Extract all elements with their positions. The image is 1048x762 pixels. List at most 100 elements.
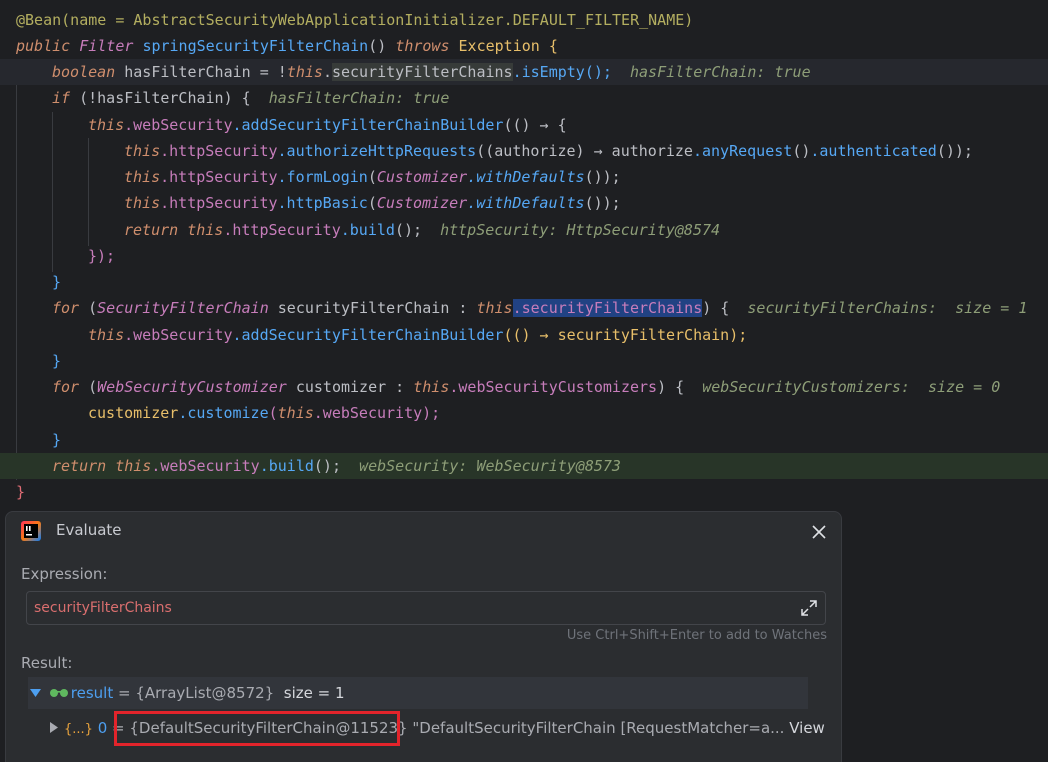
code-text: } [52, 273, 62, 291]
close-icon [812, 525, 826, 539]
close-button[interactable] [807, 520, 831, 544]
field: .webSecurity [124, 116, 233, 134]
code-line[interactable]: this.httpSecurity.authorizeHttpRequests(… [0, 138, 1048, 164]
inline-debug-hint: hasFilterChain: true [268, 89, 450, 107]
type-name: WebSecurityCustomizer [97, 378, 287, 396]
inline-debug-hint: securityFilterChains: size = 1 [747, 299, 1028, 317]
result-label: Result: [21, 654, 73, 672]
code-text: } [52, 352, 62, 370]
expand-editor-icon[interactable] [799, 598, 819, 618]
type-name: SecurityFilterChain [97, 299, 269, 317]
ide-window: @Bean(name = AbstractSecurityWebApplicat… [0, 0, 1048, 762]
keyword: this [88, 326, 125, 344]
code-text: ) { [657, 378, 685, 396]
code-text: () [792, 142, 811, 160]
class-name: Customizer [376, 194, 468, 212]
code-line[interactable]: }); [0, 243, 1048, 269]
object-badge-icon: {...} [64, 722, 93, 737]
code-line-current[interactable]: boolean hasFilterChain = !this.securityF… [0, 59, 1048, 85]
chevron-down-icon[interactable] [30, 677, 44, 709]
field: .httpSecurity [160, 168, 278, 186]
code-editor[interactable]: @Bean(name = AbstractSecurityWebApplicat… [0, 0, 1048, 510]
field: .httpSecurity [160, 194, 278, 212]
result-value: {ArrayList@8572} [135, 684, 275, 702]
type-name: Filter [79, 37, 134, 55]
code-line[interactable]: @Bean(name = AbstractSecurityWebApplicat… [0, 7, 1048, 33]
keyword: this [476, 299, 513, 317]
code-line[interactable]: this.webSecurity.addSecurityFilterChainB… [0, 112, 1048, 138]
code-text: customizer [88, 404, 179, 422]
field-highlighted: .securityFilterChains [512, 299, 703, 317]
watch-hint: Use Ctrl+Shift+Enter to add to Watches [566, 628, 827, 643]
code-text: ( [268, 404, 278, 422]
code-line[interactable]: for (SecurityFilterChain securityFilterC… [0, 295, 1048, 321]
code-text: . [322, 63, 332, 81]
code-line[interactable]: for (WebSecurityCustomizer customizer : … [0, 374, 1048, 400]
child-description: "DefaultSecurityFilterChain [RequestMatc… [412, 719, 785, 737]
code-line[interactable]: public Filter springSecurityFilterChain(… [0, 33, 1048, 59]
method-call: .authenticated [810, 142, 937, 160]
method-call: .isEmpty(); [512, 63, 612, 81]
keyword: for [52, 299, 80, 317]
code-line[interactable]: this.httpSecurity.httpBasic(Customizer.w… [0, 190, 1048, 216]
expression-input[interactable]: securityFilterChains [26, 591, 826, 625]
code-line[interactable]: } [0, 269, 1048, 295]
code-line-execution-point[interactable]: return this.webSecurity.build(); webSecu… [0, 453, 1048, 479]
code-text: hasFilterChain = ! [115, 63, 287, 81]
keyword: this [286, 63, 323, 81]
inline-debug-hint: webSecurityCustomizers: size = 0 [702, 378, 1001, 396]
annotation: @Bean(name = AbstractSecurityWebApplicat… [16, 11, 694, 29]
code-line[interactable]: this.webSecurity.addSecurityFilterChainB… [0, 322, 1048, 348]
method-name: springSecurityFilterChain [142, 37, 369, 55]
code-text: ); [422, 404, 441, 422]
code-text: securityFilterChain : [268, 299, 477, 317]
highlight-box [114, 711, 400, 746]
field: .webSecurity [124, 326, 233, 344]
keyword: boolean [52, 63, 116, 81]
keyword: this [88, 116, 125, 134]
result-tree-row[interactable]: result = {ArrayList@8572} size = 1 [28, 677, 808, 709]
keyword: this [106, 457, 152, 475]
method-call: .authorizeHttpRequests [277, 142, 477, 160]
field: .webSecurity [313, 404, 423, 422]
expression-value: securityFilterChains [34, 600, 172, 616]
code-text: { [539, 37, 558, 55]
code-text: (); [394, 221, 423, 239]
method-call: .addSecurityFilterChainBuilder [232, 116, 504, 134]
code-line[interactable]: customizer.customize(this.webSecurity); [0, 400, 1048, 426]
code-text: (); [313, 457, 341, 475]
code-line[interactable]: this.httpSecurity.formLogin(Customizer.w… [0, 164, 1048, 190]
static-method: .withDefaults [467, 194, 585, 212]
inline-debug-hint: webSecurity: WebSecurity@8573 [359, 457, 621, 475]
code-line[interactable]: if (!hasFilterChain) { hasFilterChain: t… [0, 85, 1048, 111]
keyword: return [52, 457, 107, 475]
chevron-right-icon[interactable] [50, 712, 64, 744]
result-size: size = 1 [283, 684, 345, 702]
code-text: () [368, 37, 396, 55]
code-line[interactable]: } [0, 479, 1048, 505]
code-text: ()); [584, 194, 621, 212]
code-text: }); [88, 247, 116, 265]
keyword: this [124, 194, 161, 212]
code-text: ((authorize) → authorize [476, 142, 693, 160]
expression-label: Expression: [21, 565, 108, 583]
keyword: for [52, 378, 80, 396]
method-call: .formLogin [277, 168, 368, 186]
child-index: 0 [97, 719, 108, 737]
code-line[interactable]: } [0, 427, 1048, 453]
keyword: this [178, 221, 224, 239]
watch-glasses-icon [49, 677, 71, 709]
method-call: .customize [178, 404, 269, 422]
method-call: .build [340, 221, 395, 239]
code-text: ( [79, 378, 98, 396]
keyword: this [124, 142, 161, 160]
code-text: customizer : [286, 378, 414, 396]
code-text: } [16, 483, 26, 501]
code-line[interactable]: return this.httpSecurity.build(); httpSe… [0, 217, 1048, 243]
static-method: .withDefaults [467, 168, 585, 186]
code-line[interactable]: } [0, 348, 1048, 374]
view-link[interactable]: View [789, 719, 825, 737]
method-call: .addSecurityFilterChainBuilder [232, 326, 504, 344]
keyword: if [52, 89, 71, 107]
class-name: Customizer [376, 168, 468, 186]
